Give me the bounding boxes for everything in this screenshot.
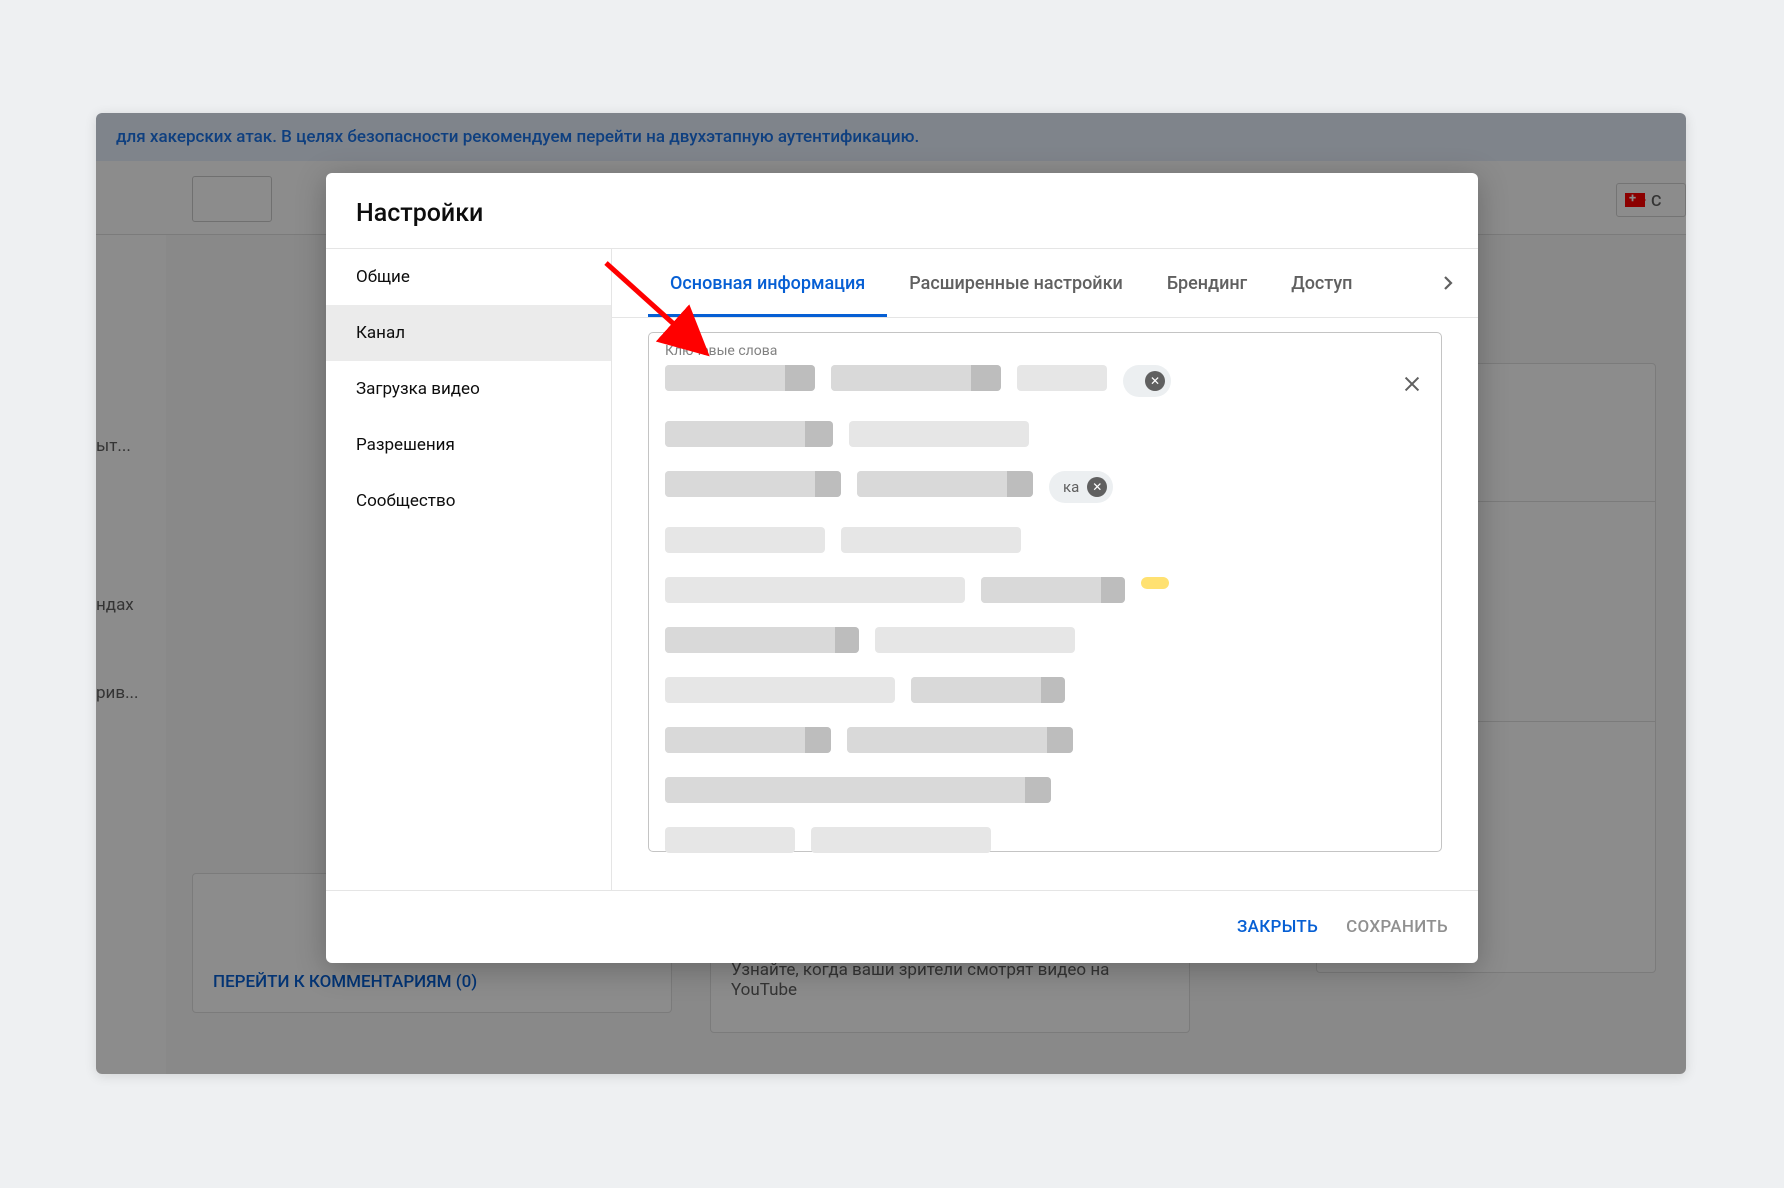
sidebar-item-upload[interactable]: Загрузка видео [326, 361, 611, 417]
keyword-chip[interactable] [665, 727, 831, 753]
tab-basic-info[interactable]: Основная информация [648, 249, 887, 317]
settings-modal: Настройки Общие Канал Загрузка видео Раз… [326, 173, 1478, 963]
close-icon[interactable] [1401, 373, 1423, 401]
tab-content: Ключевые слова ✕ [612, 318, 1478, 890]
keywords-label: Ключевые слова [665, 343, 1425, 365]
keyword-chips: ✕ ка ✕ [665, 365, 1425, 853]
chevron-right-icon[interactable] [1436, 271, 1460, 295]
keyword-chip[interactable] [841, 527, 1021, 553]
keyword-chip[interactable] [911, 677, 1065, 703]
keyword-chip[interactable] [665, 365, 815, 391]
tabs-row: Основная информация Расширенные настройк… [612, 249, 1478, 317]
save-button[interactable]: СОХРАНИТЬ [1346, 917, 1448, 937]
settings-sidebar: Общие Канал Загрузка видео Разрешения Со… [326, 249, 612, 890]
keyword-chip[interactable] [665, 627, 859, 653]
sidebar-item-general[interactable]: Общие [326, 249, 611, 305]
tab-advanced[interactable]: Расширенные настройки [887, 249, 1145, 317]
modal-header: Настройки [326, 173, 1478, 248]
keyword-chip[interactable] [875, 627, 1075, 653]
screenshot-frame: для хакерских атак. В целях безопасности… [96, 113, 1686, 1074]
chip-remove-icon[interactable]: ✕ [1087, 477, 1107, 497]
tab-access[interactable]: Доступ [1269, 249, 1374, 317]
keyword-chip[interactable] [665, 677, 895, 703]
keyword-chip[interactable] [665, 421, 833, 447]
keyword-chip[interactable] [665, 471, 841, 497]
keyword-chip[interactable] [857, 471, 1033, 497]
modal-footer: ЗАКРЫТЬ СОХРАНИТЬ [326, 891, 1478, 963]
keyword-chip-visible[interactable]: ка ✕ [1049, 471, 1113, 503]
tab-branding[interactable]: Брендинг [1145, 249, 1269, 317]
modal-title: Настройки [356, 199, 1448, 228]
keyword-chip[interactable] [1017, 365, 1107, 391]
keyword-chip[interactable]: ✕ [1123, 365, 1171, 397]
keyword-chip[interactable] [831, 365, 1001, 391]
close-button[interactable]: ЗАКРЫТЬ [1237, 917, 1318, 937]
sidebar-item-permissions[interactable]: Разрешения [326, 417, 611, 473]
modal-main: Основная информация Расширенные настройк… [612, 249, 1478, 890]
chip-remove-icon[interactable]: ✕ [1145, 371, 1165, 391]
keyword-chip[interactable] [849, 421, 1029, 447]
keyword-chip[interactable] [811, 827, 991, 853]
highlight-marker [1141, 577, 1169, 589]
keyword-chip[interactable] [665, 827, 795, 853]
sidebar-item-channel[interactable]: Канал [326, 305, 611, 361]
chip-label: ка [1063, 478, 1079, 496]
keyword-chip[interactable] [665, 527, 825, 553]
keyword-chip[interactable] [665, 777, 1051, 803]
sidebar-item-community[interactable]: Сообщество [326, 473, 611, 529]
keyword-chip[interactable] [847, 727, 1073, 753]
keyword-chip[interactable] [981, 577, 1125, 603]
keywords-field[interactable]: Ключевые слова ✕ [648, 332, 1442, 852]
keyword-chip[interactable] [665, 577, 965, 603]
